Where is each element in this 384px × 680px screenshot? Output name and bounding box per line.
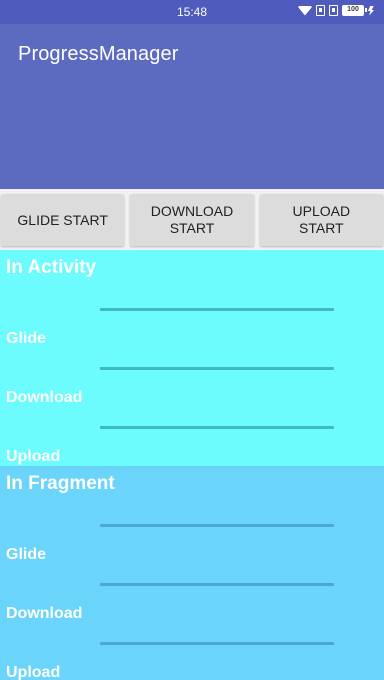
status-icons: 100: [298, 5, 374, 16]
wifi-icon: [298, 5, 312, 16]
buttons-row: GLIDE START DOWNLOAD START UPLOAD START: [0, 189, 384, 250]
activity-upload-label: Upload: [6, 447, 61, 465]
download-start-button[interactable]: DOWNLOAD START: [130, 194, 254, 246]
fragment-upload-row: Upload: [6, 642, 378, 680]
upload-start-button[interactable]: UPLOAD START: [259, 194, 383, 246]
fragment-glide-label: Glide: [6, 545, 47, 563]
fragment-download-row: Download: [6, 583, 378, 643]
activity-upload-progress-bar: [100, 426, 334, 429]
fragment-glide-row: Glide: [6, 524, 378, 584]
glide-start-button[interactable]: GLIDE START: [1, 194, 125, 246]
activity-glide-label: Glide: [6, 329, 47, 347]
fragment-upload-progress-bar: [100, 642, 334, 645]
fragment-title: In Fragment: [6, 473, 115, 494]
status-time: 15:48: [176, 5, 208, 19]
activity-glide-row: Glide: [6, 308, 378, 368]
activity-download-progress-bar: [100, 367, 334, 370]
app-title: ProgressManager: [18, 43, 179, 65]
activity-download-label: Download: [6, 388, 83, 406]
activity-section: In Activity Glide Download Upload: [0, 250, 384, 466]
fragment-download-label: Download: [6, 604, 83, 622]
charging-icon: [368, 5, 374, 16]
fragment-upload-label: Upload: [6, 663, 61, 680]
status-bar: 15:48 100: [0, 0, 384, 24]
activity-download-row: Download: [6, 367, 378, 427]
battery-icon: 100: [342, 5, 367, 16]
fragment-download-progress-bar: [100, 583, 334, 586]
sim-icon: [316, 5, 325, 16]
fragment-section: In Fragment Glide Download Upload: [0, 466, 384, 680]
fragment-glide-progress-bar: [100, 524, 334, 527]
activity-title: In Activity: [6, 257, 97, 278]
app-bar: ProgressManager: [0, 24, 384, 189]
sim-icon-2: [329, 5, 338, 16]
activity-glide-progress-bar: [100, 308, 334, 311]
